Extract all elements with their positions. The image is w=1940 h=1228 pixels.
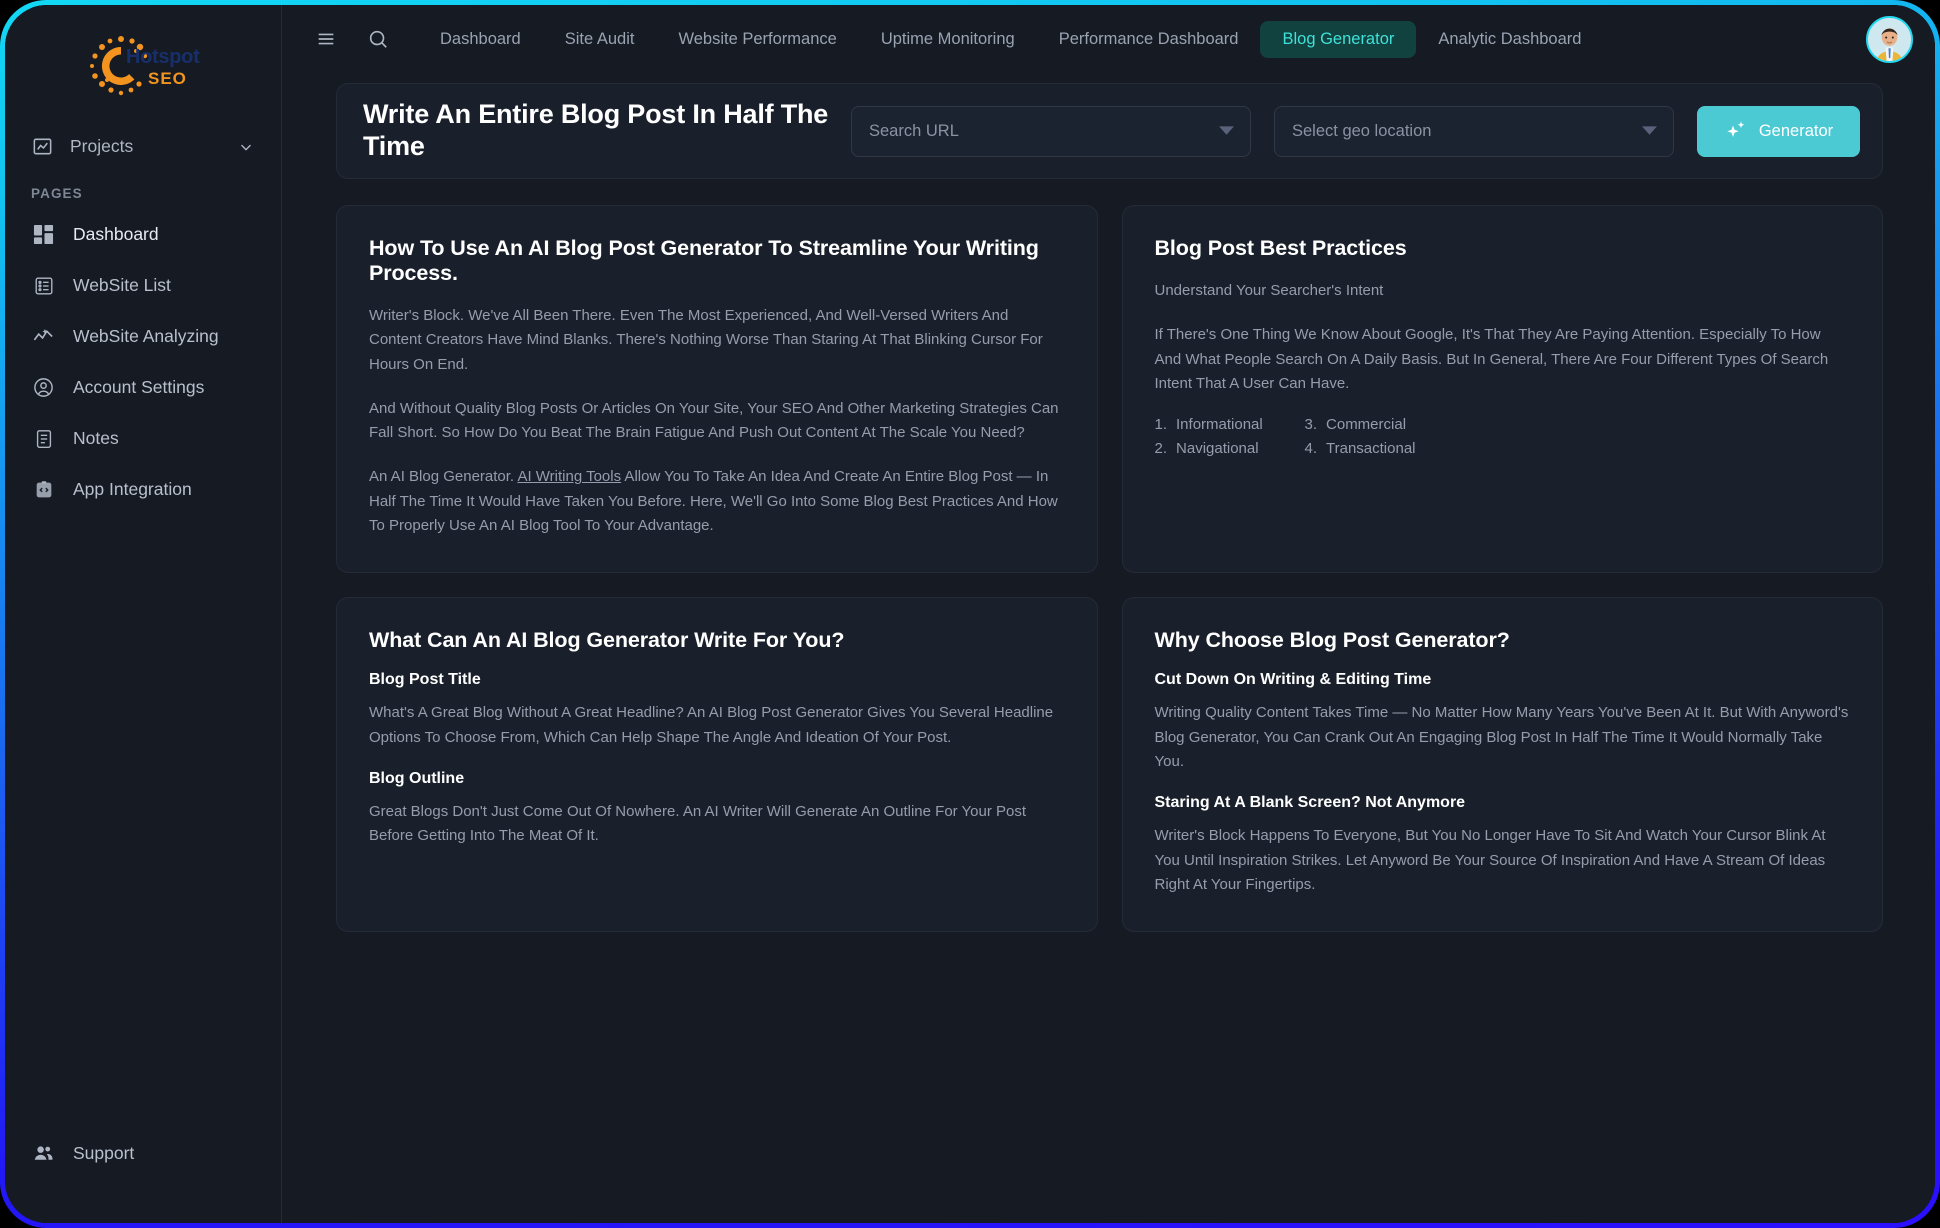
list-item: 1. Informational (1155, 416, 1305, 433)
search-icon[interactable] (358, 19, 398, 59)
hero-controls: Search URL Select geo location Generator (851, 105, 1860, 157)
hero-panel: Write An Entire Blog Post In Half The Ti… (336, 83, 1883, 179)
card-why-choose: Why Choose Blog Post Generator? Cut Down… (1121, 597, 1883, 933)
card-why-choose-body-2: Writer's Block Happens To Everyone, But … (1154, 827, 1826, 893)
card-best-practices-lead: Understand Your Searcher's Intent (1154, 282, 1384, 299)
sidebar-item-website-list[interactable]: WebSite List (5, 260, 281, 311)
cards-grid: How To Use An AI Blog Post Generator To … (336, 205, 1883, 933)
list-item-number: 2. (1154, 440, 1168, 458)
sidebar-item-dashboard[interactable]: Dashboard (5, 209, 281, 260)
card-why-choose-body-1: Writing Quality Content Takes Time — No … (1154, 704, 1849, 770)
hamburger-menu-icon[interactable] (306, 19, 346, 59)
note-icon (31, 426, 56, 451)
dashboard-grid-icon (31, 222, 56, 247)
search-intent-list: 1. Informational 2. Navigational 3. Comm… (1155, 416, 1851, 457)
brand-name-secondary: SEO (148, 69, 187, 88)
tab-dashboard[interactable]: Dashboard (418, 21, 543, 58)
analytics-line-icon (31, 324, 56, 349)
brand-name-primary: Hotspot (126, 46, 200, 68)
code-app-icon (31, 477, 56, 502)
chevron-down-icon[interactable] (237, 138, 255, 156)
list-item: 3. Commercial (1305, 416, 1851, 433)
geo-location-select-value: Select geo location (1292, 121, 1432, 140)
tab-performance-dashboard[interactable]: Performance Dashboard (1037, 21, 1261, 58)
card-what-can-write-body-1: What's A Great Blog Without A Great Head… (369, 704, 1054, 746)
search-url-select-value: Search URL (869, 121, 959, 140)
user-avatar-icon (1868, 17, 1911, 61)
chart-document-icon (31, 135, 54, 158)
sidebar-item-app-integration[interactable]: App Integration (5, 464, 281, 515)
paragraph-3-prefix: An AI Blog Generator. (369, 468, 518, 486)
sidebar-item-projects-label: Projects (70, 136, 134, 156)
list-item-number: 3. (1304, 416, 1318, 434)
card-best-practices-title: Blog Post Best Practices (1154, 236, 1407, 260)
tab-site-audit[interactable]: Site Audit (543, 21, 657, 58)
tab-uptime-monitoring[interactable]: Uptime Monitoring (859, 21, 1037, 58)
app-window: Hotspot SEO Projects PAGES Dashboard Web… (5, 5, 1935, 1223)
tab-analytic-dashboard[interactable]: Analytic Dashboard (1416, 21, 1603, 58)
tab-website-performance[interactable]: Website Performance (656, 21, 858, 58)
card-what-can-write-body-2: Great Blogs Don't Just Come Out Of Nowhe… (369, 802, 1027, 845)
generator-button-label: Generator (1758, 121, 1834, 140)
card-what-can-write-subheading-2: Blog Outline (369, 769, 465, 787)
list-icon (31, 273, 56, 298)
main-region: Dashboard Site Audit Website Performance… (282, 5, 1935, 1223)
card-how-to-use-title: How To Use An AI Blog Post Generator To … (369, 236, 1039, 285)
sidebar-item-account-settings[interactable]: Account Settings (5, 362, 281, 413)
card-how-to-use-paragraph-1: Writer's Block. We've All Been There. Ev… (369, 307, 1043, 373)
top-navigation-bar: Dashboard Site Audit Website Performance… (282, 5, 1935, 73)
top-tabs: Dashboard Site Audit Website Performance… (418, 20, 1603, 58)
list-item-label: Informational (1176, 416, 1263, 434)
people-icon (31, 1141, 56, 1166)
sidebar-item-support[interactable]: Support (5, 1128, 281, 1179)
sidebar-item-website-list-label: WebSite List (73, 275, 171, 295)
sidebar-item-account-settings-label: Account Settings (73, 377, 205, 397)
sidebar-item-notes-label: Notes (73, 428, 119, 448)
card-how-to-use: How To Use An AI Blog Post Generator To … (336, 205, 1098, 574)
list-item-number: 4. (1304, 440, 1318, 458)
sidebar-item-website-analyzing-label: WebSite Analyzing (73, 326, 219, 346)
card-why-choose-subheading-2: Staring At A Blank Screen? Not Anymore (1154, 794, 1466, 812)
card-best-practices: Blog Post Best Practices Understand Your… (1121, 205, 1883, 574)
card-why-choose-title: Why Choose Blog Post Generator? (1154, 628, 1510, 653)
brand-logo-text: Hotspot SEO (126, 46, 200, 88)
list-item-label: Navigational (1176, 440, 1259, 458)
card-how-to-use-paragraph-3: An AI Blog Generator. AI Writing Tools A… (369, 465, 1065, 538)
card-how-to-use-paragraph-2: And Without Quality Blog Posts Or Articl… (369, 399, 1059, 442)
list-item-label: Transactional (1326, 440, 1416, 458)
tab-blog-generator[interactable]: Blog Generator (1260, 20, 1417, 58)
avatar-container (1866, 15, 1913, 63)
sparkle-icon (1724, 119, 1748, 143)
generator-button[interactable]: Generator (1697, 105, 1860, 157)
sidebar-item-notes[interactable]: Notes (5, 413, 281, 464)
card-what-can-write: What Can An AI Blog Generator Write For … (336, 597, 1098, 933)
sidebar: Hotspot SEO Projects PAGES Dashboard Web… (5, 5, 282, 1223)
user-circle-icon (31, 375, 56, 400)
search-url-select[interactable]: Search URL (851, 105, 1251, 157)
geo-location-select[interactable]: Select geo location (1274, 105, 1674, 157)
brand-logo[interactable]: Hotspot SEO (5, 23, 281, 109)
caret-down-icon (1642, 126, 1657, 136)
card-best-practices-body: If There's One Thing We Know About Googl… (1154, 326, 1829, 392)
sidebar-item-support-label: Support (73, 1143, 135, 1163)
avatar[interactable] (1866, 15, 1913, 63)
card-what-can-write-title: What Can An AI Blog Generator Write For … (369, 628, 845, 653)
content-area: Write An Entire Blog Post In Half The Ti… (282, 73, 1935, 1223)
sidebar-item-website-analyzing[interactable]: WebSite Analyzing (5, 311, 281, 362)
list-item-label: Commercial (1326, 416, 1407, 434)
app-window-frame: Hotspot SEO Projects PAGES Dashboard Web… (0, 0, 1940, 1228)
list-item: 4. Transactional (1305, 440, 1851, 457)
list-item-number: 1. (1154, 416, 1168, 434)
card-why-choose-subheading-1: Cut Down On Writing & Editing Time (1154, 671, 1432, 689)
sidebar-section-label: PAGES (31, 186, 83, 201)
sidebar-item-projects[interactable]: Projects (31, 135, 281, 158)
caret-down-icon (1219, 126, 1234, 136)
sidebar-item-dashboard-label: Dashboard (73, 224, 159, 244)
sidebar-item-app-integration-label: App Integration (73, 479, 192, 499)
card-what-can-write-subheading-1: Blog Post Title (369, 671, 481, 689)
page-title: Write An Entire Blog Post In Half The Ti… (363, 99, 829, 161)
list-item: 2. Navigational (1155, 440, 1305, 457)
ai-writing-tools-link[interactable]: AI Writing Tools (517, 468, 621, 485)
